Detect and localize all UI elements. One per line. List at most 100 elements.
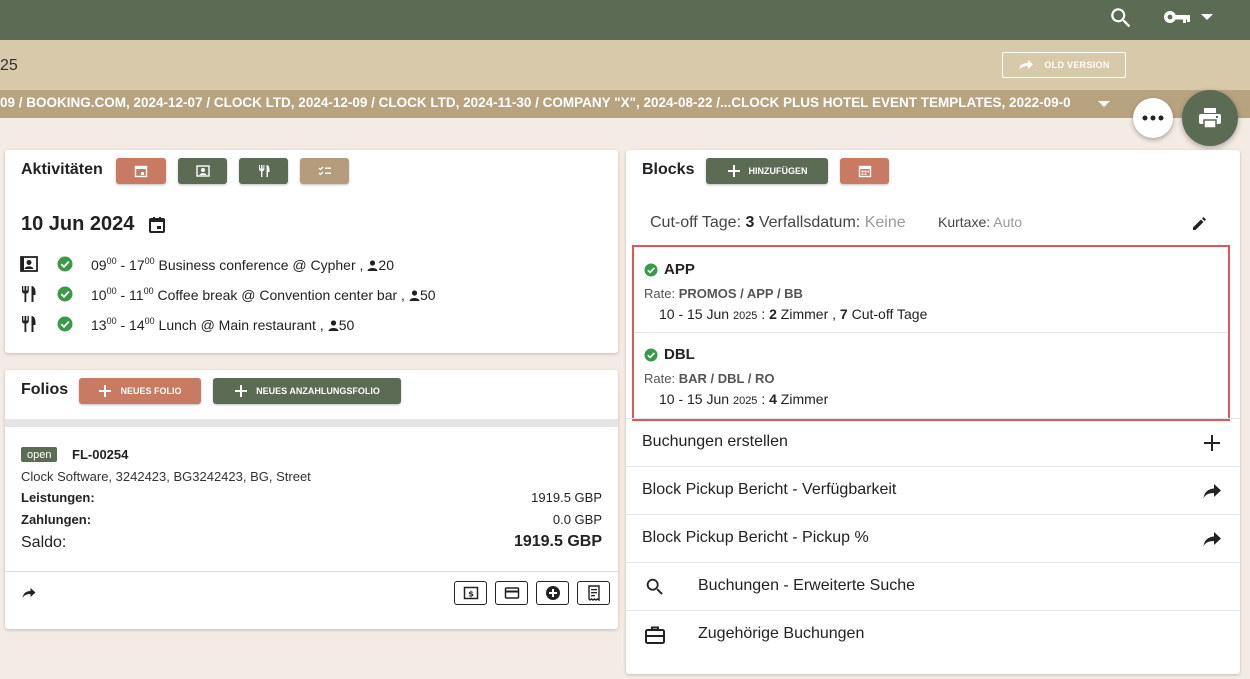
activity-start: 13	[91, 317, 107, 333]
block-title: DBL	[644, 346, 695, 363]
more-horizontal-icon	[1142, 115, 1164, 121]
kurtaxe-label: Kurtaxe:	[938, 214, 991, 230]
block-rate: Rate: BAR / DBL / RO	[644, 371, 775, 386]
services-label: Leistungen:	[21, 490, 95, 505]
share-icon	[1203, 484, 1221, 498]
status-badge: open	[21, 447, 58, 462]
activity-end: 11	[129, 287, 144, 303]
activity-row[interactable]: 0900 - 1700 Business conference @ Cypher…	[20, 254, 520, 274]
activity-end: 17	[129, 257, 145, 273]
calendar-icon	[134, 165, 148, 178]
block-settings-summary: Cut-off Tage: 3 Verfallsdatum: Keine	[650, 214, 906, 232]
conference-icon	[195, 165, 210, 177]
new-folio-button[interactable]: NEUES FOLIO	[79, 378, 201, 404]
block-rate: Rate: PROMOS / APP / BB	[644, 286, 803, 301]
rate-label: Rate:	[644, 371, 676, 386]
add-task-button[interactable]	[300, 158, 349, 184]
date-year: 2025	[732, 395, 758, 407]
search-icon	[646, 578, 663, 595]
activity-pax: 50	[338, 317, 355, 333]
cutoff-days-label: Cut-off Tage	[851, 306, 928, 322]
activity-start-minutes: 00	[106, 316, 117, 326]
edit-icon[interactable]	[1191, 215, 1208, 232]
expiry-label: Verfallsdatum:	[758, 214, 861, 231]
services-value: 1919.5 GBP	[531, 490, 602, 505]
activity-pax: 50	[419, 287, 436, 303]
folio-address: Clock Software, 3242423, BG3242423, BG, …	[21, 469, 311, 484]
old-version-button[interactable]: OLD VERSION	[1002, 52, 1126, 78]
room-count: 4	[769, 391, 777, 407]
conference-icon	[20, 256, 38, 272]
cutoff-value: 3	[745, 214, 755, 231]
plus-icon	[99, 385, 112, 397]
chevron-down-icon[interactable]	[1097, 99, 1111, 109]
plus-icon	[727, 165, 740, 177]
menu-item-label: Block Pickup Bericht - Verfügbarkeit	[642, 481, 897, 498]
pickup-availability-report-item[interactable]: Block Pickup Bericht - Verfügbarkeit	[626, 466, 1240, 514]
blocks-list: APP Rate: PROMOS / APP / BB 10 - 15 Jun …	[632, 245, 1230, 421]
create-bookings-item[interactable]: Buchungen erstellen	[626, 418, 1240, 466]
block-item[interactable]: DBL Rate: BAR / DBL / RO 10 - 15 Jun 202…	[634, 332, 1228, 417]
search-icon[interactable]	[1108, 5, 1134, 31]
add-circle-icon	[545, 586, 560, 600]
block-item[interactable]: APP Rate: PROMOS / APP / BB 10 - 15 Jun …	[634, 247, 1228, 333]
add-charge-button[interactable]	[536, 581, 569, 605]
blocks-title: Blocks	[642, 161, 695, 178]
more-actions-button[interactable]	[1133, 98, 1173, 138]
check-circle-icon	[57, 256, 73, 272]
date-year: 2025	[732, 310, 758, 322]
block-dates: 10 - 15 Jun 2025 : 2 Zimmer , 7 Cut-off …	[659, 306, 928, 322]
menu-item-label: Buchungen erstellen	[642, 433, 788, 450]
activity-start-minutes: 00	[106, 256, 117, 266]
activity-description: Business conference @ Cypher ,	[158, 257, 364, 273]
payments-value: 0.0 GBP	[552, 512, 602, 527]
room-label: Zimmer	[780, 391, 829, 407]
plus-icon	[1204, 435, 1220, 451]
room-count: 2	[769, 306, 777, 322]
activity-end-minutes: 00	[144, 256, 155, 266]
payments-label: Zahlungen:	[21, 512, 92, 527]
briefcase-icon	[645, 626, 665, 644]
room-label: Zimmer	[780, 306, 829, 322]
share-icon[interactable]	[21, 586, 37, 600]
block-calendar-button[interactable]	[840, 158, 889, 184]
divider	[5, 571, 618, 572]
chevron-down-icon[interactable]	[1200, 12, 1214, 22]
check-circle-icon	[644, 263, 658, 276]
rate-value: BAR / DBL / RO	[678, 371, 775, 386]
print-button[interactable]	[1182, 90, 1238, 146]
cutoff-days: 7	[839, 306, 848, 322]
invoice-button[interactable]	[577, 581, 610, 605]
date-range: 10 - 15 Jun	[659, 391, 730, 407]
menu-item-label: Buchungen - Erweiterte Suche	[698, 577, 916, 594]
block-dates: 10 - 15 Jun 2025 : 4 Zimmer	[659, 391, 829, 407]
add-calendar-event-button[interactable]	[116, 158, 166, 184]
balance-value: 1919.5 GBP	[513, 533, 602, 550]
new-deposit-folio-button[interactable]: NEUES ANZAHLUNGSFOLIO	[213, 378, 401, 404]
activity-row[interactable]: 1000 - 1100 Coffee break @ Convention ce…	[20, 284, 520, 304]
share-icon	[1203, 532, 1221, 546]
breadcrumb[interactable]: 09 / BOOKING.COM, 2024-12-07 / CLOCK LTD…	[0, 95, 1086, 110]
key-icon[interactable]	[1163, 6, 1191, 28]
credit-card-icon	[504, 587, 519, 599]
payment-card-button[interactable]	[495, 581, 528, 605]
add-conference-button[interactable]	[178, 158, 227, 184]
plus-icon	[235, 385, 248, 397]
svg-text:$: $	[468, 590, 474, 599]
pickup-percent-report-item[interactable]: Block Pickup Bericht - Pickup %	[626, 514, 1240, 562]
activity-end-minutes: 00	[144, 316, 155, 326]
top-app-bar	[0, 0, 1250, 40]
activity-start: 10	[91, 287, 107, 303]
activity-end-minutes: 00	[143, 286, 154, 296]
activity-row[interactable]: 1300 - 1400 Lunch @ Main restaurant , 50	[20, 314, 520, 334]
advanced-search-item[interactable]: Buchungen - Erweiterte Suche	[626, 562, 1240, 610]
add-block-button[interactable]: HINZUFÜGEN	[706, 158, 828, 184]
restaurant-icon	[258, 165, 269, 177]
add-restaurant-button[interactable]	[239, 158, 288, 184]
related-bookings-item[interactable]: Zugehörige Buchungen	[626, 610, 1240, 658]
kurtaxe-value: Auto	[993, 214, 1023, 230]
payment-cash-button[interactable]: $	[454, 581, 487, 605]
checklist-icon	[318, 166, 331, 176]
calendar-icon[interactable]	[148, 216, 166, 234]
folio-number[interactable]: FL-00254	[72, 447, 128, 462]
